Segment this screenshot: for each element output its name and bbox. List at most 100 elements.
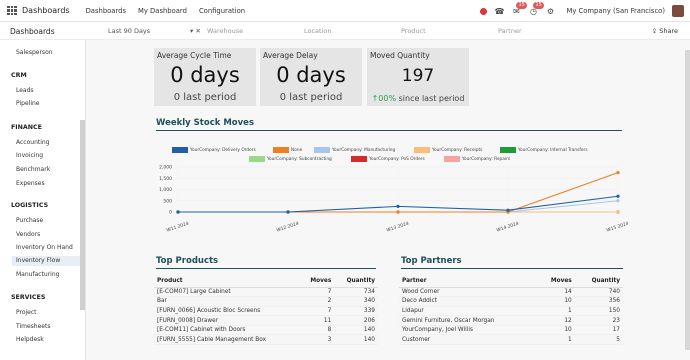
sidebar-item-accounting[interactable]: Accounting xyxy=(16,139,50,146)
name-cell: [E-COM11] Cabinet with Doors xyxy=(154,325,301,336)
name-cell: [FURN_0066] Acoustic Bloc Screens xyxy=(154,306,301,317)
nav-dashboards[interactable]: Dashboards xyxy=(86,7,126,15)
sidebar-item-purchase[interactable]: Purchase xyxy=(16,217,43,224)
apps-menu-icon[interactable] xyxy=(6,5,18,17)
data-point xyxy=(616,171,620,175)
sidebar-item-inventory-flow[interactable]: Inventory Flow xyxy=(12,256,80,266)
table-row[interactable]: Lidapur 1 150 xyxy=(399,306,623,317)
weekly-stock-moves-title: Weekly Stock Moves xyxy=(156,118,255,128)
name-cell: Gemini Furniture, Oscar Morgan xyxy=(399,315,538,326)
moves-cell: 8 xyxy=(300,325,335,336)
warehouse-filter[interactable]: Warehouse xyxy=(207,27,243,35)
sidebar-item-invoicing[interactable]: Invoicing xyxy=(16,152,43,159)
table-row[interactable]: [E-COM11] Cabinet with Doors 8 140 xyxy=(154,325,378,336)
legend-item[interactable]: YourCompany: Delivery Orders xyxy=(172,147,256,153)
table-row[interactable]: [FURN_5555] Cable Management Box 3 140 xyxy=(154,334,378,346)
kpi-comparison: ↑00% since last period xyxy=(371,94,465,103)
kpi-average-cycle-time[interactable]: Average Cycle Time 0 days 0 last period xyxy=(154,48,256,106)
table-row[interactable]: [E-COM07] Large Cabinet 7 734 xyxy=(154,287,378,298)
sidebar-item-leads[interactable]: Leads xyxy=(16,87,34,94)
top-partners-table: Partner Moves Quantity Wood Corner 14 740 D… xyxy=(399,276,623,346)
data-point xyxy=(616,210,620,214)
quantity-cell: 339 xyxy=(334,306,378,317)
sidebar-item-benchmark[interactable]: Benchmark xyxy=(16,166,50,173)
product-filter[interactable]: Product xyxy=(401,27,426,35)
sidebar-item-salesperson[interactable]: Salesperson xyxy=(16,49,53,56)
table-row[interactable]: YourCompany, Joel Willis 10 17 xyxy=(399,325,623,336)
kpi-value: 0 days xyxy=(170,63,240,87)
main-scrollbar[interactable] xyxy=(685,50,690,350)
sidebar-section-finance: FINANCE xyxy=(11,124,42,131)
clear-filter-icon[interactable]: ▾ ✕ xyxy=(190,27,201,35)
sidebar-section-logistics: LOGISTICS xyxy=(11,202,49,209)
column-header[interactable]: Product xyxy=(154,276,301,288)
x-tick-label: W11 2024 xyxy=(166,221,190,234)
moves-cell: 10 xyxy=(537,296,575,307)
column-header[interactable]: Moves xyxy=(537,276,575,288)
name-cell: Bar xyxy=(154,296,301,307)
avatar[interactable] xyxy=(672,5,684,17)
column-header[interactable]: Quantity xyxy=(574,276,623,288)
data-point xyxy=(616,194,620,198)
company-switcher[interactable]: My Company (San Francisco) xyxy=(566,7,665,15)
column-header[interactable]: Quantity xyxy=(334,276,378,288)
table-row[interactable]: Gemini Furniture, Oscar Morgan 12 23 xyxy=(399,315,623,326)
nav-my-dashboard[interactable]: My Dashboard xyxy=(138,7,187,15)
name-cell: [FURN_0008] Drawer xyxy=(154,315,301,326)
table-row[interactable]: Wood Corner 14 740 xyxy=(399,287,623,298)
kpi-value: 0 days xyxy=(276,63,346,87)
sidebar-item-manufacturing[interactable]: Manufacturing xyxy=(16,271,59,278)
legend-item[interactable]: YourCompany: Internal Transfers xyxy=(500,147,588,153)
table-row[interactable]: [FURN_0066] Acoustic Bloc Screens 7 339 xyxy=(154,306,378,317)
quantity-cell: 206 xyxy=(334,315,378,326)
moves-cell: 12 xyxy=(537,315,575,326)
legend-item[interactable]: None xyxy=(273,147,302,153)
moves-cell: 3 xyxy=(300,334,335,346)
sidebar-item-project[interactable]: Project xyxy=(16,309,37,316)
column-header[interactable]: Moves xyxy=(300,276,335,288)
section-divider xyxy=(156,130,622,131)
sidebar: Salesperson CRM Leads Pipeline FINANCE A… xyxy=(0,40,86,360)
table-row[interactable]: Customer 1 5 xyxy=(399,334,623,346)
date-filter[interactable]: Last 90 Days xyxy=(108,27,150,35)
data-point xyxy=(286,210,290,214)
kpi-percent: 00% xyxy=(378,94,397,103)
share-button[interactable]: ⇪ Share xyxy=(652,27,678,35)
app-brand[interactable]: Dashboards xyxy=(22,6,70,15)
table-row[interactable]: Bar 2 340 xyxy=(154,296,378,307)
section-divider xyxy=(401,268,623,269)
sidebar-item-inventory-on-hand[interactable]: Inventory On Hand xyxy=(16,244,73,251)
moves-cell: 11 xyxy=(300,315,335,326)
partner-filter[interactable]: Partner xyxy=(498,27,522,35)
quantity-cell: 740 xyxy=(574,287,623,298)
x-tick-label: W12 2024 xyxy=(276,221,300,234)
x-tick-label: W15 2024 xyxy=(606,221,628,234)
quantity-cell: 150 xyxy=(574,306,623,317)
column-header[interactable]: Partner xyxy=(399,276,538,288)
sidebar-item-pipeline[interactable]: Pipeline xyxy=(16,100,39,107)
location-filter[interactable]: Location xyxy=(304,27,332,35)
legend-item[interactable]: YourCompany: Manufacturing xyxy=(314,147,395,153)
phone-icon[interactable]: ☎ xyxy=(494,6,504,16)
nav-configuration[interactable]: Configuration xyxy=(199,7,245,15)
kpi-moved-quantity[interactable]: Moved Quantity 197 ↑00% since last perio… xyxy=(367,48,469,106)
sidebar-item-vendors[interactable]: Vendors xyxy=(16,231,40,238)
kpi-label: Moved Quantity xyxy=(370,51,430,60)
clock-icon[interactable]: ◷ 15 xyxy=(528,2,544,16)
kpi-average-delay[interactable]: Average Delay 0 days 0 last period xyxy=(260,48,362,106)
moves-cell: 1 xyxy=(537,306,575,317)
sidebar-item-expenses[interactable]: Expenses xyxy=(16,180,45,187)
quantity-cell: 17 xyxy=(574,325,623,336)
sidebar-item-timesheets[interactable]: Timesheets xyxy=(16,323,50,330)
activities-badge: 15 xyxy=(533,2,544,9)
record-indicator-icon[interactable] xyxy=(480,7,488,15)
sidebar-item-helpdesk[interactable]: Helpdesk xyxy=(16,336,44,343)
table-row[interactable]: Deco Addict 10 356 xyxy=(399,296,623,307)
legend-item[interactable]: YourCompany: Receipts xyxy=(414,147,482,153)
settings-icon[interactable]: ⚙ xyxy=(545,6,555,16)
sidebar-scrollbar[interactable] xyxy=(80,120,85,310)
table-row[interactable]: [FURN_0008] Drawer 11 206 xyxy=(154,315,378,326)
chat-icon[interactable]: ✉ 15 xyxy=(511,2,527,16)
y-tick-label: 0 xyxy=(169,210,172,216)
dashboard-main: Average Cycle Time 0 days 0 last period … xyxy=(86,40,690,360)
